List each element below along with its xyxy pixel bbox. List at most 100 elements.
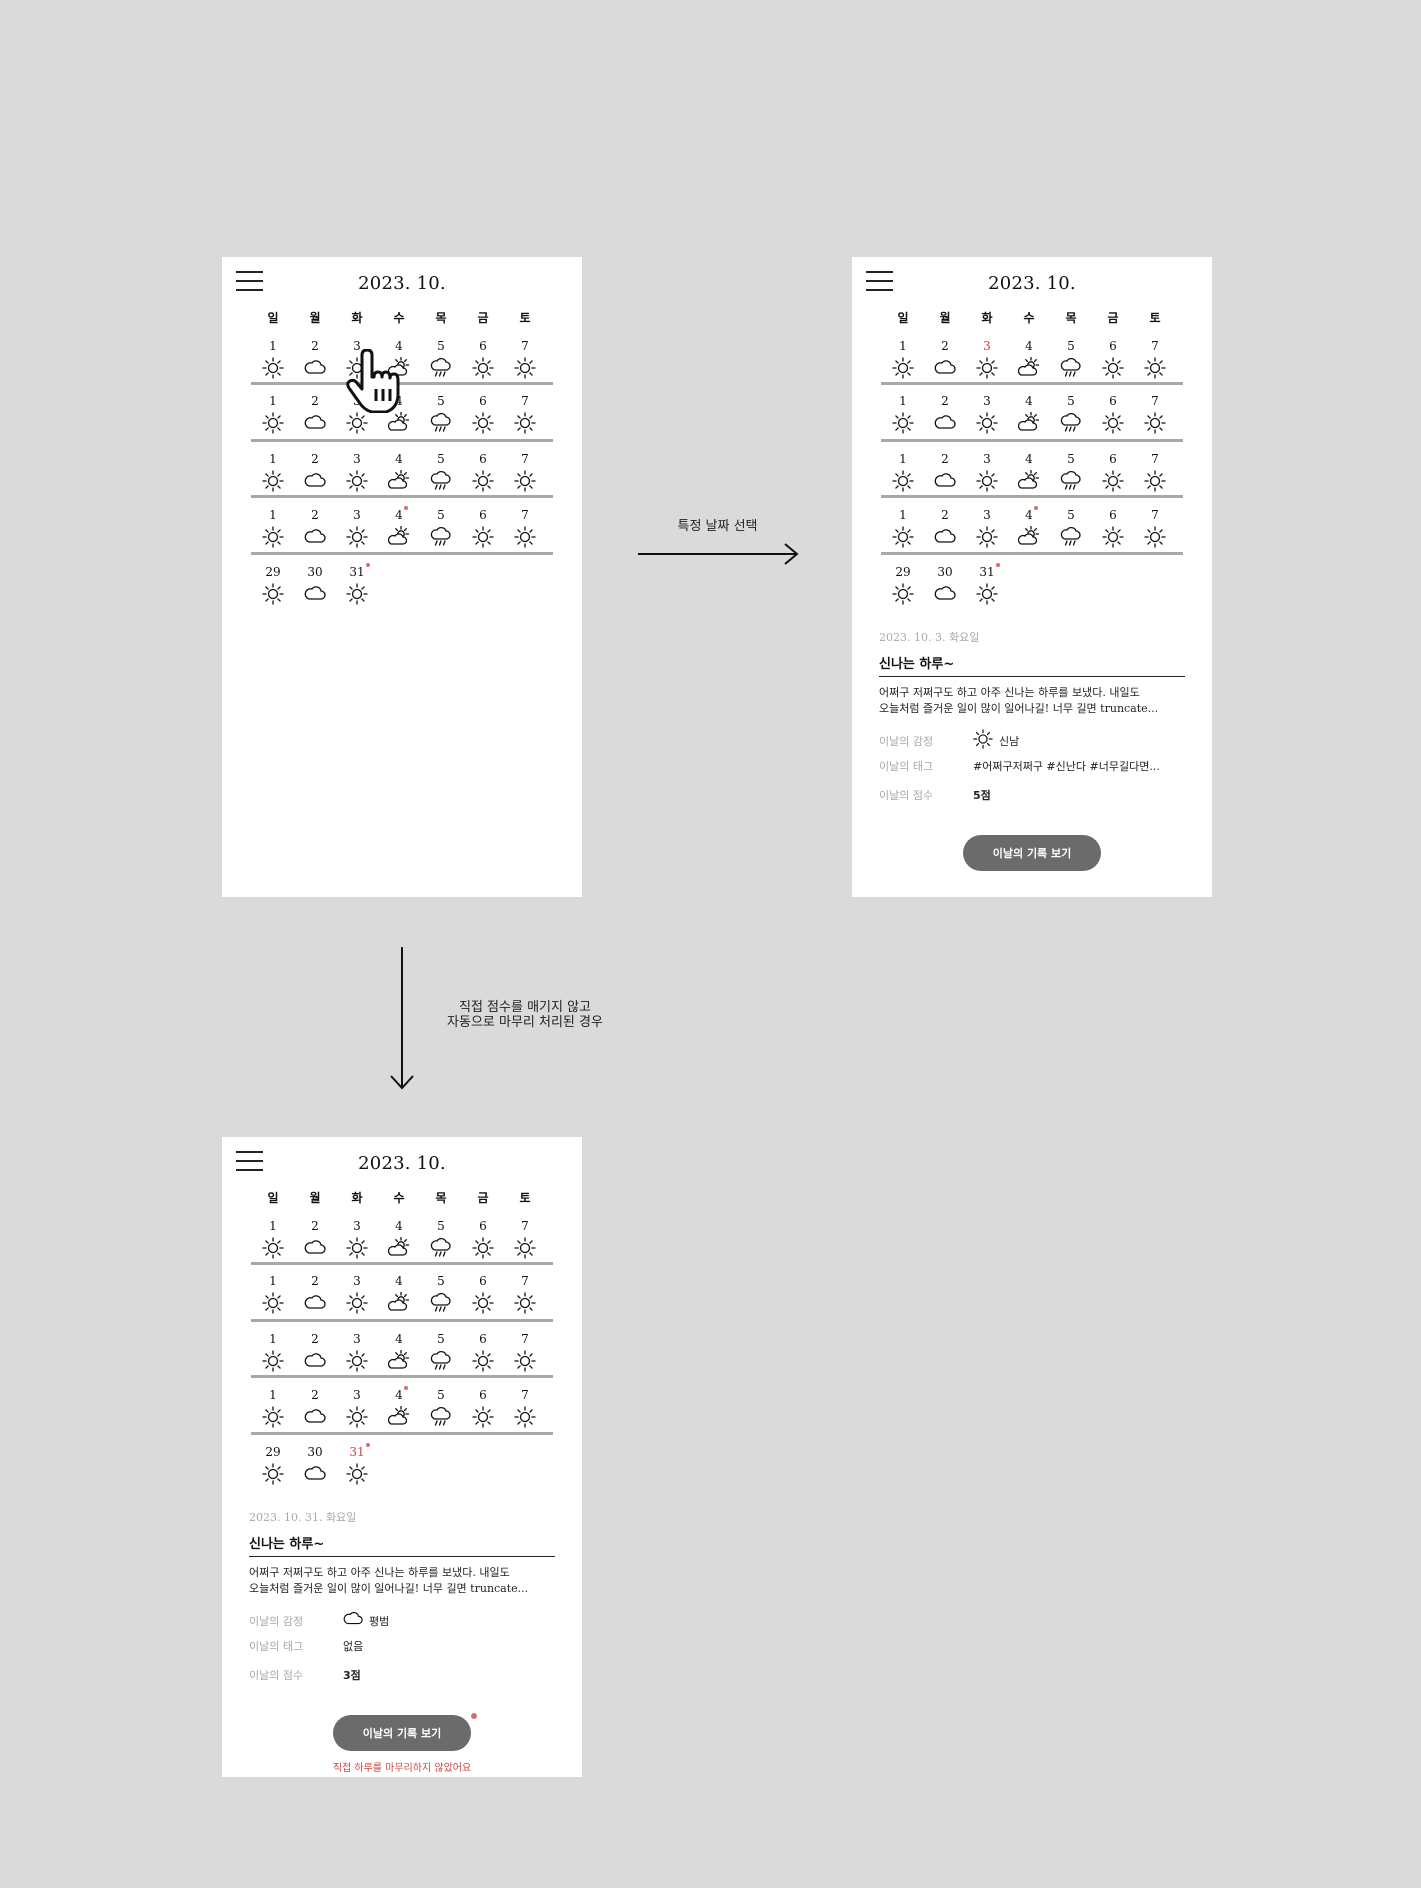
calendar-day[interactable]: 7 [504,335,546,385]
calendar-day[interactable]: 6 [462,448,504,498]
calendar-day[interactable]: 7 [504,1328,546,1378]
calendar-day[interactable]: 6 [462,1384,504,1434]
calendar-day[interactable]: 1 [252,1215,294,1265]
calendar-day[interactable]: 7 [504,1215,546,1265]
calendar-day[interactable]: 5 [1050,390,1092,440]
calendar-day[interactable]: 3 [966,504,1008,554]
calendar-day[interactable]: 6 [462,504,504,554]
calendar-day[interactable]: 2 [294,1270,336,1320]
calendar-day[interactable]: 4 [1008,448,1050,498]
calendar-day[interactable]: 7 [504,504,546,554]
calendar-day[interactable]: 7 [1134,390,1176,440]
calendar-day[interactable]: 1 [252,504,294,554]
calendar-day[interactable]: 29 [882,561,924,611]
calendar-day[interactable]: 2 [294,1328,336,1378]
calendar-day[interactable]: 1 [252,335,294,385]
calendar-day[interactable]: 7 [1134,448,1176,498]
calendar-day[interactable]: 3 [966,335,1008,385]
calendar-day[interactable]: 4 [378,504,420,554]
calendar-day[interactable]: 6 [462,390,504,440]
calendar-day[interactable]: 3 [336,1384,378,1434]
calendar-day[interactable]: 3 [966,390,1008,440]
calendar-day[interactable]: 6 [1092,504,1134,554]
calendar-day[interactable]: 1 [252,1328,294,1378]
calendar-day[interactable]: 1 [882,390,924,440]
calendar-day[interactable]: 2 [294,390,336,440]
calendar-day[interactable]: 2 [924,390,966,440]
calendar-day[interactable]: 4 [378,1215,420,1265]
calendar-day[interactable]: 2 [294,504,336,554]
calendar-day[interactable]: 4 [378,448,420,498]
partly-cloudy-icon [388,1237,410,1256]
calendar-day[interactable]: 5 [1050,504,1092,554]
calendar-day[interactable]: 3 [336,1328,378,1378]
calendar-day[interactable]: 2 [924,335,966,385]
day-number: 4 [395,1386,408,1402]
calendar-day[interactable]: 30 [294,561,336,611]
calendar-day[interactable]: 5 [420,1270,462,1320]
calendar-day[interactable]: 2 [294,1215,336,1265]
calendar-day[interactable]: 1 [252,1270,294,1320]
calendar-day[interactable]: 2 [924,504,966,554]
calendar-day[interactable]: 7 [504,448,546,498]
calendar-day[interactable]: 6 [462,1215,504,1265]
calendar-day[interactable]: 1 [252,390,294,440]
calendar-day[interactable]: 4 [1008,504,1050,554]
calendar-day[interactable]: 4 [378,1270,420,1320]
view-record-button[interactable]: 이날의 기록 보기 [333,1715,471,1751]
sun-icon [976,583,998,605]
calendar-day[interactable]: 5 [1050,448,1092,498]
calendar-day[interactable]: 5 [1050,335,1092,385]
calendar-day[interactable]: 29 [252,561,294,611]
calendar-day[interactable]: 2 [924,448,966,498]
calendar-day[interactable]: 30 [924,561,966,611]
calendar-day[interactable]: 31 [336,561,378,611]
calendar-day[interactable]: 1 [882,504,924,554]
calendar-day[interactable]: 5 [420,390,462,440]
calendar-day[interactable]: 2 [294,1384,336,1434]
calendar-day[interactable]: 5 [420,1215,462,1265]
calendar-day[interactable]: 2 [294,335,336,385]
calendar-day[interactable]: 3 [336,504,378,554]
emotion-icon [343,1609,369,1632]
calendar-day[interactable]: 6 [1092,448,1134,498]
calendar-day[interactable]: 7 [504,390,546,440]
calendar-day[interactable]: 31 [336,1441,378,1491]
calendar-day[interactable]: 3 [336,448,378,498]
annotation-line: 자동으로 마무리 처리된 경우 [447,1015,603,1030]
calendar-day[interactable]: 4 [1008,335,1050,385]
calendar-day[interactable]: 31 [966,561,1008,611]
calendar-day[interactable]: 3 [336,1270,378,1320]
calendar-day[interactable]: 6 [1092,390,1134,440]
calendar-day[interactable]: 7 [1134,504,1176,554]
calendar-day[interactable]: 30 [294,1441,336,1491]
calendar-day[interactable]: 4 [378,1384,420,1434]
calendar-day[interactable]: 1 [252,1384,294,1434]
calendar-day[interactable]: 3 [966,448,1008,498]
calendar-day[interactable]: 4 [378,1328,420,1378]
calendar-day[interactable]: 1 [882,335,924,385]
calendar-day[interactable]: 6 [462,335,504,385]
day-number: 6 [479,1332,487,1346]
calendar-day[interactable]: 7 [504,1384,546,1434]
calendar-day[interactable]: 5 [420,448,462,498]
sun-icon [1102,470,1124,492]
calendar-day[interactable]: 3 [336,1215,378,1265]
calendar-day[interactable]: 29 [252,1441,294,1491]
calendar-day[interactable]: 2 [294,448,336,498]
calendar-day[interactable]: 5 [420,1384,462,1434]
calendar-day[interactable]: 6 [462,1328,504,1378]
calendar-day[interactable]: 7 [504,1270,546,1320]
calendar-day[interactable]: 6 [1092,335,1134,385]
calendar-day[interactable]: 1 [882,448,924,498]
calendar-day[interactable]: 5 [420,335,462,385]
day-number: 4 [395,1219,403,1233]
calendar-day[interactable]: 4 [1008,390,1050,440]
view-record-button[interactable]: 이날의 기록 보기 [963,835,1101,871]
calendar-day[interactable]: 5 [420,1328,462,1378]
sun-icon [1144,357,1166,379]
calendar-day[interactable]: 1 [252,448,294,498]
calendar-day[interactable]: 7 [1134,335,1176,385]
calendar-day[interactable]: 5 [420,504,462,554]
calendar-day[interactable]: 6 [462,1270,504,1320]
